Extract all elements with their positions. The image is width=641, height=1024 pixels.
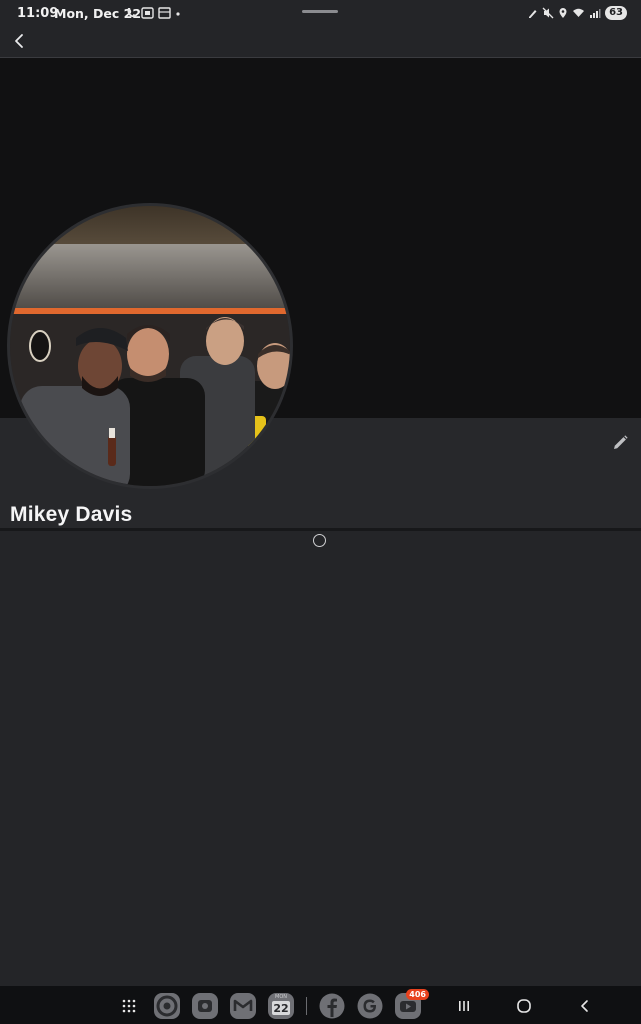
youtube-badge: 406 [406,989,429,1000]
avatar-photo [10,206,290,486]
content-area [0,531,641,986]
battery-indicator: 63 [605,6,627,20]
camera-icon [192,993,218,1019]
chevron-left-icon [15,34,23,48]
recent-apps-button[interactable] [453,995,475,1017]
dock-separator [306,997,307,1015]
app-bar [0,28,641,58]
facebook-icon [319,993,345,1019]
home-button[interactable] [513,995,535,1017]
location-icon [559,8,567,18]
back-nav-button[interactable] [574,995,596,1017]
youtube-app[interactable]: 406 [395,989,429,1019]
back-button[interactable] [8,30,30,52]
call-icon [127,8,136,18]
loading-spinner [313,534,326,547]
drag-handle[interactable] [302,10,338,13]
mute-icon [542,7,554,19]
chrome-icon [154,993,180,1019]
facebook-app[interactable] [319,993,345,1019]
edit-profile-button[interactable] [609,432,631,454]
status-time: 11:09 [17,6,59,21]
chrome-app[interactable] [154,993,180,1019]
app-dock: MON 22 406 [116,989,429,1019]
dot-icon [176,12,180,16]
home-icon [517,999,531,1013]
pencil-icon [614,435,628,449]
google-icon [357,993,383,1019]
profile-avatar[interactable] [7,203,293,489]
app-drawer-button[interactable] [116,993,142,1019]
calendar-day: 22 [273,1002,289,1015]
wifi-icon [573,8,585,17]
screenshot-icon [141,7,154,19]
back-arrow-icon [581,1000,588,1012]
gmail-icon [230,993,256,1019]
camera-app[interactable] [192,993,218,1019]
calendar-app[interactable]: MON 22 [268,993,294,1019]
grid-icon [122,999,136,1013]
recent-apps-icon [459,1001,469,1011]
status-bar: 11:09 Mon, Dec 22 63 [0,0,641,28]
google-app[interactable] [357,993,383,1019]
calendar-month: MON [275,994,287,1000]
profile-name: Mikey Davis [10,503,133,526]
navigation-bar: MON 22 406 [0,986,641,1024]
gallery-icon [158,7,171,19]
profile-screen: 11:09 Mon, Dec 22 63 Mikey Davis MON 22 … [0,0,641,1024]
edit-off-icon [529,10,537,18]
system-status-icons: 63 [527,6,627,20]
gmail-app[interactable] [230,993,256,1019]
notification-icons [126,7,181,19]
signal-icon [590,9,601,18]
